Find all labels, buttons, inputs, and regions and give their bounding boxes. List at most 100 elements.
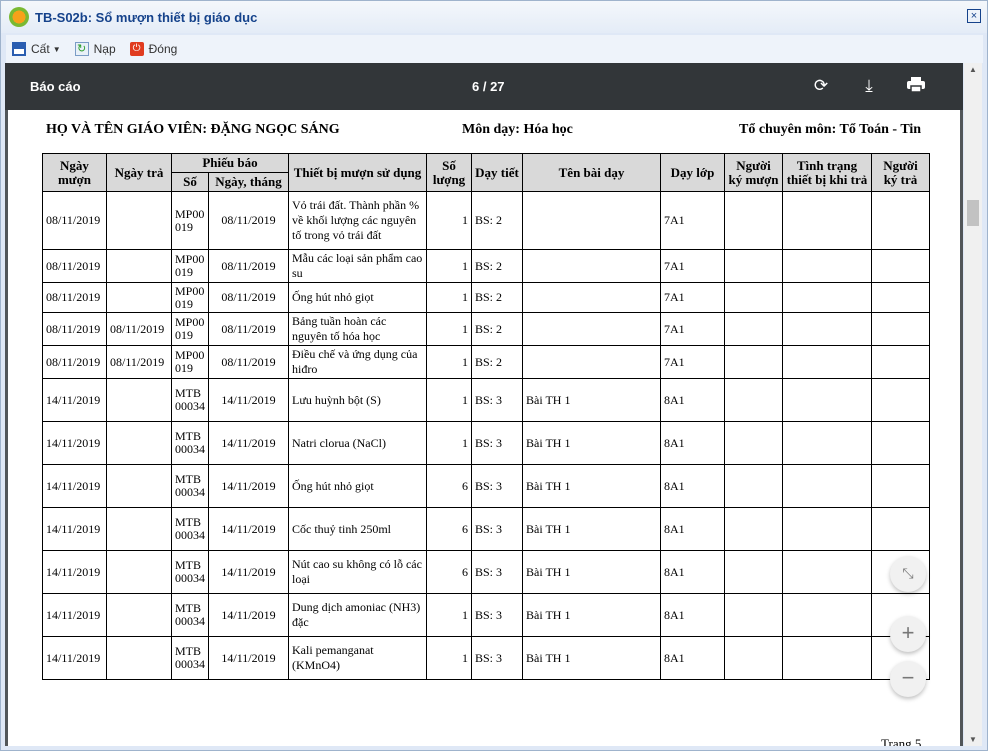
- cell-ngay-tra: [106, 421, 172, 465]
- table-row: 14/11/2019 MTB 00034 14/11/2019 Ống hút nhỏ…: [42, 464, 930, 508]
- refresh-document-icon: ↻: [74, 42, 89, 56]
- cell-tiet: BS: 2: [471, 191, 523, 250]
- rotate-icon[interactable]: ⟳: [811, 76, 831, 96]
- save-button[interactable]: Cất ▼: [12, 42, 61, 56]
- cell-bai: Bài TH 1: [522, 593, 661, 637]
- cell-ngay-tra: [106, 464, 172, 508]
- table-row: 14/11/2019 MTB 00034 14/11/2019 Kali pemang…: [42, 636, 930, 680]
- cell-ngay-muon: 08/11/2019: [42, 282, 107, 313]
- teacher-name: HỌ VÀ TÊN GIÁO VIÊN: ĐẶNG NGỌC SÁNG: [46, 122, 340, 137]
- cell-tiet: BS: 3: [471, 507, 523, 551]
- cell-so: MP00 019: [171, 345, 209, 379]
- cell-ngay-tra: [106, 636, 172, 680]
- cell-ngay: 14/11/2019: [208, 464, 289, 508]
- cell-empty: [871, 312, 930, 346]
- cell-ngay: 14/11/2019: [208, 636, 289, 680]
- cell-sl: 1: [426, 191, 472, 250]
- cell-bai: [522, 191, 661, 250]
- cell-lop: 8A1: [660, 421, 725, 465]
- cell-ngay: 08/11/2019: [208, 191, 289, 250]
- viewer-header: Báo cáo 6 / 27 ⟳ ⤓: [5, 63, 963, 110]
- cell-empty: [724, 249, 783, 283]
- cell-ngay-tra: 08/11/2019: [106, 312, 172, 346]
- cell-bai: Bài TH 1: [522, 421, 661, 465]
- cell-ngay: 14/11/2019: [208, 550, 289, 594]
- scroll-up-arrow-icon[interactable]: ▲: [969, 65, 977, 74]
- cell-empty: [871, 249, 930, 283]
- cell-ngay: 08/11/2019: [208, 249, 289, 283]
- cell-lop: 7A1: [660, 345, 725, 379]
- download-icon[interactable]: ⤓: [859, 76, 879, 96]
- fit-page-button[interactable]: ⤡: [890, 556, 926, 592]
- cell-empty: [871, 378, 930, 422]
- col-tinh-trang: Tình trạng thiết bị khi trả: [782, 153, 872, 192]
- cell-ngay: 14/11/2019: [208, 421, 289, 465]
- close-button[interactable]: ⏻ Đóng: [129, 42, 177, 56]
- cell-tiet: BS: 3: [471, 636, 523, 680]
- cell-ngay-tra: [106, 550, 172, 594]
- page-indicator: 6 / 27: [472, 79, 505, 94]
- col-ngay-tra: Ngày trả: [106, 153, 172, 192]
- col-so: Số: [171, 172, 209, 192]
- cell-ngay-muon: 08/11/2019: [42, 312, 107, 346]
- cell-thiet-bi: Kali pemanganat (KMnO4): [288, 636, 427, 680]
- cell-sl: 1: [426, 636, 472, 680]
- cell-tiet: BS: 2: [471, 345, 523, 379]
- floppy-disk-icon: [12, 42, 26, 56]
- table-row: 14/11/2019 MTB 00034 14/11/2019 Lưu huỳnh b…: [42, 378, 930, 422]
- table-row: 08/11/2019 08/11/2019 MP00 019 08/11/2019 Đi…: [42, 345, 930, 379]
- cell-so: MP00 019: [171, 282, 209, 313]
- cell-ngay-muon: 14/11/2019: [42, 507, 107, 551]
- cell-ngay: 08/11/2019: [208, 282, 289, 313]
- cell-empty: [871, 464, 930, 508]
- cell-ngay: 14/11/2019: [208, 378, 289, 422]
- cell-ngay-muon: 14/11/2019: [42, 378, 107, 422]
- reload-button[interactable]: ↻ Nạp: [74, 42, 116, 56]
- cell-ngay-tra: [106, 507, 172, 551]
- cell-empty: [724, 191, 783, 250]
- scroll-down-arrow-icon[interactable]: ▼: [969, 735, 977, 744]
- cell-so: MTB 00034: [171, 421, 209, 465]
- cell-sl: 1: [426, 378, 472, 422]
- cell-empty: [724, 464, 783, 508]
- table-row: 14/11/2019 MTB 00034 14/11/2019 Natri cloru…: [42, 421, 930, 465]
- cell-thiet-bi: Dung dịch amoniac (NH3) đặc: [288, 593, 427, 637]
- zoom-in-button[interactable]: +: [890, 616, 926, 652]
- col-phieu-bao: Phiếu báo: [171, 153, 289, 173]
- chevron-down-icon: ▼: [52, 44, 61, 54]
- window-title: TB-S02b: Sổ mượn thiết bị giáo dục: [35, 9, 258, 25]
- cell-sl: 1: [426, 249, 472, 283]
- cell-ngay-muon: 14/11/2019: [42, 550, 107, 594]
- vertical-scrollbar[interactable]: ▲ ▼: [964, 63, 982, 746]
- cell-ngay-muon: 08/11/2019: [42, 249, 107, 283]
- close-window-button[interactable]: ×: [967, 9, 981, 23]
- cell-tiet: BS: 3: [471, 593, 523, 637]
- cell-tiet: BS: 3: [471, 421, 523, 465]
- cell-thiet-bi: Lưu huỳnh bột (S): [288, 378, 427, 422]
- cell-ngay: 08/11/2019: [208, 312, 289, 346]
- zoom-out-button[interactable]: −: [890, 661, 926, 697]
- cell-empty: [871, 282, 930, 313]
- cell-tiet: BS: 2: [471, 282, 523, 313]
- cell-ngay: 08/11/2019: [208, 345, 289, 379]
- cell-tiet: BS: 2: [471, 249, 523, 283]
- cell-bai: [522, 282, 661, 313]
- cell-empty: [782, 507, 872, 551]
- cell-ngay-tra: [106, 282, 172, 313]
- cell-empty: [782, 282, 872, 313]
- power-icon: ⏻: [129, 42, 144, 56]
- scrollbar-thumb[interactable]: [967, 200, 979, 226]
- cell-bai: [522, 312, 661, 346]
- title-bar: TB-S02b: Sổ mượn thiết bị giáo dục ×: [1, 1, 987, 33]
- department: Tổ chuyên môn: Tổ Toán - Tin: [739, 122, 922, 137]
- cell-lop: 8A1: [660, 593, 725, 637]
- print-icon[interactable]: [906, 76, 926, 96]
- cell-ngay-tra: [106, 378, 172, 422]
- table-row: 08/11/2019 MP00 019 08/11/2019 Vỏ trái đất.…: [42, 191, 930, 250]
- cell-ngay-muon: 14/11/2019: [42, 421, 107, 465]
- cell-so: MTB 00034: [171, 593, 209, 637]
- cell-so: MP00 019: [171, 191, 209, 250]
- cell-lop: 8A1: [660, 550, 725, 594]
- cell-bai: Bài TH 1: [522, 507, 661, 551]
- report-page: HỌ VÀ TÊN GIÁO VIÊN: ĐẶNG NGỌC SÁNG Môn …: [8, 110, 960, 746]
